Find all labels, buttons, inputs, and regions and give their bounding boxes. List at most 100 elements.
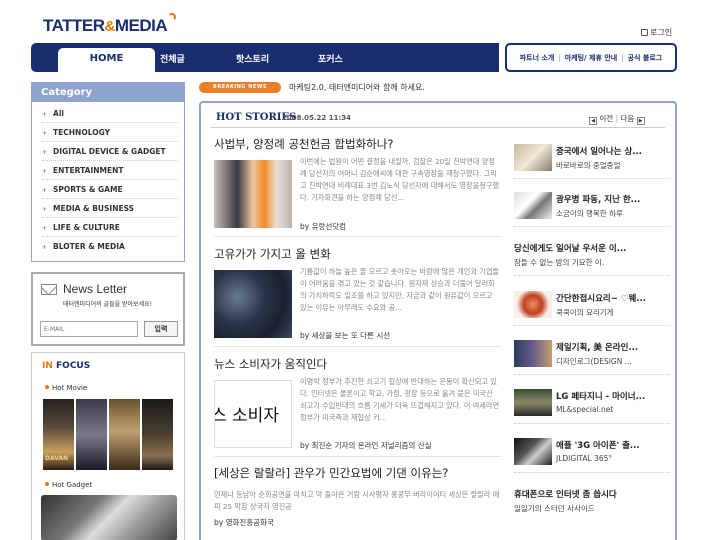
newsletter-title: News Letter [63, 282, 128, 296]
subscribe-button[interactable]: 입력 [144, 321, 178, 337]
nav-home[interactable]: HOME [58, 48, 155, 72]
side-story-item[interactable]: LG 페타지니 - 마이너... ML&special.net [514, 386, 670, 424]
bullet-icon: + [42, 111, 48, 118]
partner-link[interactable]: 파트너 소개 [520, 53, 555, 63]
bullet-icon [45, 482, 49, 486]
nav-hot-story[interactable]: 핫스토리 [236, 52, 269, 65]
story-image[interactable] [214, 160, 292, 228]
envelope-icon [41, 284, 57, 295]
side-story-item[interactable]: 휴대폰으로 인터넷 좀 씁시다 일일기의 스터던 사사이드 [514, 484, 670, 522]
sub-nav: 파트너 소개 | 마케팅/ 제휴 안내 | 공식 블로그 [505, 43, 677, 72]
story-byline[interactable]: by 유랑선닷컴 [300, 221, 346, 232]
newsletter-box: News Letter 태터앤미디어의 글들을 받아보세요! 입력 [31, 272, 185, 346]
story-thumbnail [514, 438, 552, 465]
side-story-item[interactable]: 광우병 파동, 지난 한... 소금이의 행복한 하루 [514, 189, 670, 227]
side-story-title: 당신에게도 일어날 우서운 이... [514, 244, 627, 254]
movie-posters: DAVAN [43, 399, 173, 470]
site-logo[interactable]: TATTER&MEDIA [43, 13, 177, 36]
side-story-source: 잠들 수 없는 밤의 기묘한 이. [514, 258, 605, 267]
side-story-source: JLDIGITAL 365° [556, 454, 613, 463]
divider [214, 236, 501, 237]
category-item-bloter[interactable]: + BLOTER & MEDIA [42, 237, 178, 256]
marketing-link[interactable]: 마케팅/ 제휴 안내 [565, 53, 618, 63]
movie-poster[interactable] [142, 399, 173, 470]
email-field[interactable] [40, 321, 138, 337]
story-summary: 기름값이 하늘 높은 줄 모르고 솟아오는 바람에 많은 개인과 기업들이 어려… [300, 267, 500, 312]
story-summary: 이번에는 법원이 어떤 결정을 내릴까. 검찰은 20일 친박연대 양정례 당선… [300, 157, 500, 202]
side-story-source: 소금이의 행복한 하루 [556, 209, 623, 218]
story-summary: 이명박 정부가 추진한 쇠고기 협상에 반대하는 운동이 확산되고 있다. 인터… [300, 377, 500, 422]
wave-icon [168, 13, 177, 21]
movie-poster[interactable]: DAVAN [43, 399, 74, 470]
side-story-source: 바로바로의 중얼중얼 [556, 161, 621, 170]
category-item-digital[interactable]: + DIGITAL DEVICE & GADGET [42, 142, 178, 161]
bullet-icon: + [42, 225, 48, 232]
story-byline[interactable]: by 세상을 보는 또 다른 시선 [300, 330, 390, 341]
category-box: Category + All + TECHNOLOGY + DIGITAL DEVIC… [31, 82, 185, 262]
story-item: 고유가가 가지고 올 변화 기름값이 하늘 높은 줄 모르고 솟아오는 바람에 … [214, 246, 501, 340]
bullet-icon: + [42, 244, 48, 251]
hot-stories-panel: HOT STORIES 2008.05.22 11:34 ◀ 이전 | 다음 ▶… [199, 101, 677, 540]
bullet-icon: + [42, 130, 48, 137]
story-thumbnail [514, 291, 552, 318]
category-item-all[interactable]: + All [42, 104, 178, 123]
side-story-item[interactable]: 간단한접시요리~ ♡웨... 쿡쿡이의 요리기게 [514, 288, 670, 326]
next-link[interactable]: 다음 [621, 114, 635, 123]
bullet-icon [45, 385, 49, 389]
story-summary: 언제나 등남아 순회공연을 마치고 막 돌아온 거렁 시사평자 홍콩무 버라이어… [214, 490, 500, 511]
divider: | [615, 114, 619, 123]
story-image[interactable]: 스 소비자 [214, 380, 292, 448]
side-story-item[interactable]: 당신에게도 일어날 우서운 이... 잠들 수 없는 밤의 기묘한 이. [514, 238, 670, 276]
hot-stories-date: 2008.05.22 11:34 [282, 114, 352, 122]
bullet-icon: + [42, 149, 48, 156]
side-story-title: 중국에서 일어나는 상... [556, 147, 642, 157]
category-item-life[interactable]: + LIFE & CULTURE [42, 218, 178, 237]
side-story-title: 애플 '3G 아이폰' 출... [556, 441, 640, 451]
story-item: [세상은 랄랄라] 관우가 민간요법에 기댄 이유는? 언제나 등남아 순회공연… [214, 465, 501, 527]
category-item-technology[interactable]: + TECHNOLOGY [42, 123, 178, 142]
divider: | [558, 53, 561, 62]
story-title[interactable]: 고유가가 가지고 올 변화 [214, 246, 501, 262]
bullet-icon: + [42, 187, 48, 194]
story-thumbnail [514, 340, 552, 367]
newsletter-subtitle: 태터앤미디어의 글들을 받아보세요! [63, 301, 153, 308]
movie-poster[interactable] [109, 399, 140, 470]
login-label: 로그인 [650, 28, 673, 37]
side-story-source: 디자인로그(DESIGN ... [556, 357, 632, 366]
story-thumbnail [514, 192, 552, 219]
lock-icon [641, 29, 648, 36]
bullet-icon: + [42, 206, 48, 213]
side-story-item[interactable]: 애플 '3G 아이폰' 출... JLDIGITAL 365° [514, 435, 670, 473]
story-title[interactable]: 사법부, 양정례 공천헌금 합법화하나? [214, 136, 501, 152]
breaking-news-badge: BREAKING NEWS [199, 82, 281, 93]
side-story-title: 제일기획, 美 온라인... [556, 343, 639, 353]
side-story-item[interactable]: 중국에서 일어나는 상... 바로바로의 중얼중얼 [514, 141, 670, 179]
side-story-title: 광우병 파동, 지난 한... [556, 195, 641, 205]
story-byline[interactable]: by 영화진흥공화국 [214, 517, 274, 528]
side-story-item[interactable]: 제일기획, 美 온라인... 디자인로그(DESIGN ... [514, 337, 670, 375]
nav-all-posts[interactable]: 전체글 [160, 52, 185, 65]
story-image[interactable] [214, 270, 292, 338]
movie-poster[interactable] [76, 399, 107, 470]
story-title[interactable]: [세상은 랄랄라] 관우가 민간요법에 기댄 이유는? [214, 465, 501, 481]
next-arrow-icon[interactable]: ▶ [636, 117, 645, 125]
story-byline[interactable]: by 최진순 기자의 온라인 저널리즘의 산실 [300, 440, 432, 451]
breaking-news-text[interactable]: 마케팅2.0, 태터앤미디어와 함께 하세요. [289, 82, 425, 93]
official-blog-link[interactable]: 공식 블로그 [628, 53, 663, 63]
nav-focus[interactable]: 포커스 [318, 52, 343, 65]
category-item-sports[interactable]: + SPORTS & GAME [42, 180, 178, 199]
side-story-source: 쿡쿡이의 요리기게 [556, 308, 614, 317]
story-thumbnail [514, 144, 552, 171]
category-item-media[interactable]: + MEDIA & BUSINESS [42, 199, 178, 218]
prev-link[interactable]: 이전 [599, 114, 613, 123]
in-focus-box: IN FOCUS Hot Movie DAVAN Hot Gadget [31, 352, 185, 540]
gadget-image[interactable] [41, 495, 177, 540]
in-focus-title: IN FOCUS [42, 361, 91, 371]
side-story-title: 간단한접시요리~ ♡웨... [556, 294, 646, 304]
hot-stories-pager: ◀ 이전 | 다음 ▶ [589, 113, 645, 125]
category-item-entertainment[interactable]: + ENTERTAINMENT [42, 161, 178, 180]
login-link[interactable]: 로그인 [641, 27, 672, 38]
story-item: 사법부, 양정례 공천헌금 합법화하나? 이번에는 법원이 어떤 결정을 내릴까… [214, 136, 501, 231]
prev-arrow-icon[interactable]: ◀ [589, 117, 597, 125]
story-title[interactable]: 뉴스 소비자가 움직인다 [214, 356, 501, 372]
